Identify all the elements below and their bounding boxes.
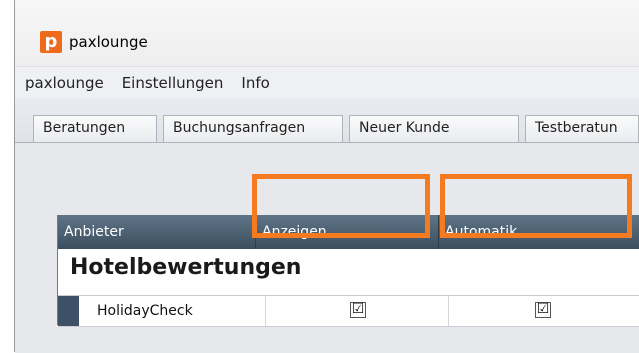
app-window: p paxlounge paxlounge Einstellungen Info…	[0, 0, 639, 353]
anzeigen-checkbox[interactable]: ☑	[350, 302, 366, 318]
title-bar[interactable]: p paxlounge	[15, 0, 639, 66]
title-group: p paxlounge	[40, 30, 148, 54]
automatik-checkbox[interactable]: ☑	[535, 302, 551, 318]
highlight-box-automatik	[440, 174, 632, 238]
menu-item-einstellungen[interactable]: Einstellungen	[122, 74, 224, 92]
highlight-box-anzeigen	[252, 174, 430, 238]
group-row[interactable]: Hotelbewertungen	[58, 249, 639, 296]
cell-automatik: ☑	[449, 296, 639, 326]
group-label: Hotelbewertungen	[70, 255, 302, 280]
table-row[interactable]: HolidayCheck ☑ ☑	[58, 296, 639, 327]
column-header-anbieter[interactable]: Anbieter	[58, 215, 256, 249]
row-indicator	[58, 296, 79, 326]
tab-strip: Beratungen Buchungsanfragen Neuer Kunde …	[15, 98, 639, 142]
paxlounge-logo-icon: p	[40, 31, 62, 53]
menu-bar: paxlounge Einstellungen Info	[15, 66, 639, 98]
menu-item-info[interactable]: Info	[241, 74, 269, 92]
cell-anzeigen: ☑	[266, 296, 449, 326]
menu-item-paxlounge[interactable]: paxlounge	[25, 74, 104, 92]
tab-beratungen[interactable]: Beratungen	[33, 115, 157, 142]
tab-buchungsanfragen[interactable]: Buchungsanfragen	[163, 115, 343, 142]
cell-anbieter: HolidayCheck	[79, 296, 266, 326]
window-frame-left	[0, 0, 15, 352]
tab-testberatung[interactable]: Testberatun	[525, 115, 639, 142]
window-title: paxlounge	[69, 33, 148, 51]
tab-neuer-kunde[interactable]: Neuer Kunde	[349, 115, 519, 142]
